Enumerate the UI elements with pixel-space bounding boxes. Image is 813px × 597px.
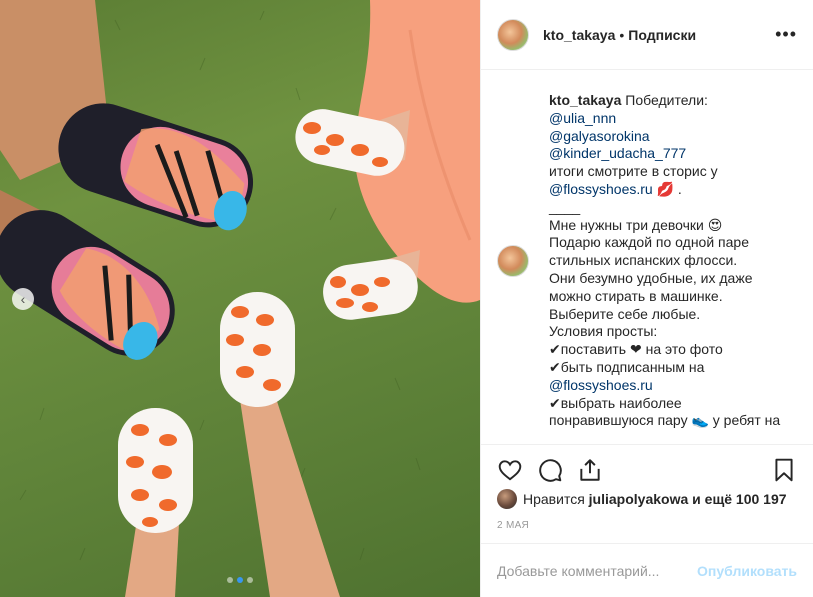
- carousel-dot: [227, 577, 233, 583]
- carousel-dots: [0, 577, 480, 583]
- carousel-dot-active: [237, 577, 243, 583]
- caption-line: Подарю каждой по одной паре: [549, 234, 749, 251]
- post-header: kto_takaya • Подписки •••: [481, 0, 813, 70]
- caption-line: ✔выбрать наиболее: [549, 394, 682, 411]
- post-photo[interactable]: ‹: [0, 0, 480, 597]
- caption-line: Условия просты:: [549, 323, 658, 340]
- caption: kto_takaya Победители: @ulia_nnn @galyas…: [497, 92, 797, 430]
- header-separator: •: [619, 26, 625, 43]
- caption-period: .: [674, 180, 682, 197]
- caption-author-avatar[interactable]: [497, 245, 529, 278]
- liker-avatar[interactable]: [497, 489, 517, 509]
- winner-mention-3[interactable]: @kinder_udacha_777: [549, 145, 797, 163]
- liker-username[interactable]: juliapolyakowa: [589, 491, 689, 507]
- bookmark-icon[interactable]: [771, 457, 797, 483]
- author-username[interactable]: kto_takaya: [543, 27, 615, 43]
- caption-line: Выберите себе любые.: [549, 305, 701, 322]
- post-actions: [481, 444, 813, 494]
- likes-prefix: Нравится: [523, 491, 585, 507]
- carousel-prev-button[interactable]: ‹: [12, 288, 34, 310]
- brand-mention[interactable]: @flossyshoes.ru: [549, 181, 653, 197]
- winner-mention-2[interactable]: @galyasorokina: [549, 128, 797, 146]
- caption-line: ✔поставить ❤ на это фото: [549, 341, 723, 358]
- publish-button[interactable]: Опубликовать: [697, 563, 797, 579]
- following-button[interactable]: Подписки: [628, 27, 696, 43]
- heart-icon[interactable]: [497, 457, 523, 483]
- caption-results-line: итоги смотрите в сторис у: [549, 163, 718, 180]
- winner-mention-1[interactable]: @ulia_nnn: [549, 110, 797, 128]
- caption-author-username[interactable]: kto_takaya: [549, 92, 621, 108]
- comment-input[interactable]: [497, 562, 698, 579]
- likes-summary: Нравится juliapolyakowa и ещё 100 197: [497, 489, 797, 509]
- caption-divider: ____: [549, 198, 581, 215]
- caption-area: kto_takaya Победители: @ulia_nnn @galyas…: [481, 70, 813, 443]
- caption-line: стильных испанских флосси.: [549, 252, 738, 269]
- post-side-panel: kto_takaya • Подписки ••• kto_takaya Поб…: [480, 0, 813, 597]
- caption-line: понравившуюся пару 👟 у ребят на: [549, 412, 781, 429]
- caption-line: ✔быть подписанным на: [549, 358, 705, 375]
- photo-illustration: [0, 0, 480, 597]
- comment-icon[interactable]: [537, 457, 563, 483]
- caption-line: можно стирать в машинке.: [549, 287, 723, 304]
- caption-line: Они безумно удобные, их даже: [549, 269, 753, 286]
- comment-form: Опубликовать: [481, 543, 813, 597]
- chevron-left-icon: ‹: [20, 291, 26, 307]
- post-date[interactable]: 2 МАЯ: [497, 520, 529, 531]
- caption-line: Мне нужны три девочки 😍: [549, 216, 723, 233]
- caption-text: kto_takaya Победители: @ulia_nnn @galyas…: [549, 92, 797, 430]
- caption-intro: Победители:: [625, 92, 708, 108]
- kiss-emoji: 💋: [656, 180, 675, 197]
- share-icon[interactable]: [577, 457, 603, 483]
- author-avatar[interactable]: [497, 18, 529, 51]
- more-options-icon[interactable]: •••: [775, 24, 797, 45]
- carousel-dot: [247, 577, 253, 583]
- likes-count-link[interactable]: и ещё 100 197: [692, 491, 786, 507]
- brand-mention-2[interactable]: @flossyshoes.ru: [549, 377, 797, 395]
